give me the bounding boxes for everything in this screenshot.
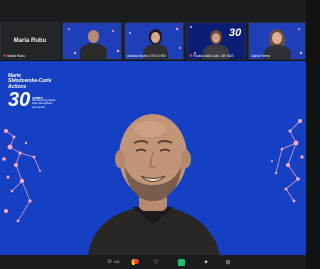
participant-tile[interactable]: Maria Rubu ✖ Maria Rubu	[0, 22, 60, 60]
participant-label: ✖ Maria Rubu	[3, 53, 25, 58]
avatar	[88, 30, 99, 43]
participant-name: Oana Ponea	[251, 54, 271, 58]
meeting-toolbar: ☺ 115 ✋ ♡ ✦ ⊝	[0, 255, 306, 269]
participant-tile[interactable]: Adriana Bobu | GFCS.RO	[124, 22, 184, 60]
participant-name: Rodica Iulia Coin, GE SAS	[193, 53, 234, 58]
speaker-video	[88, 114, 220, 255]
participant-label: Oana Ponea	[251, 54, 270, 58]
participant-label: Adriana Bobu | GFCS.RO	[127, 54, 166, 58]
participant-display-name: Maria Rubu	[13, 38, 47, 44]
participants-count: 115	[113, 260, 120, 264]
reactions-button[interactable]: ✋	[128, 257, 140, 267]
mic-off-icon: ✖	[189, 53, 193, 58]
main-video-stage: Marie Skłodowska-Curie Actions 30 years …	[0, 61, 306, 255]
more-icon: ⊝	[225, 259, 231, 266]
participant-name: Maria Rubu	[7, 53, 25, 58]
participant-tile[interactable]: Oana Ponea	[248, 22, 306, 60]
logo-30: 30	[229, 27, 242, 39]
effects-icon: ✦	[203, 259, 209, 266]
share-button[interactable]	[175, 257, 187, 267]
reactions-icon: ✋	[130, 258, 139, 266]
participant-label: ✖ Rodica Iulia Coin, GE SAS	[189, 53, 234, 58]
more-button[interactable]: ⊝	[222, 257, 234, 267]
participants-icon: ☺	[106, 259, 113, 265]
participants-button[interactable]: ☺ 115	[104, 257, 122, 267]
participant-tile[interactable]: 30 ✖ Rodica Iulia Coin, GE SAS	[186, 22, 246, 60]
participant-strip: Maria Rubu ✖ Maria Rubu Adriana Bobu | G…	[0, 0, 306, 60]
effects-button[interactable]: ✦	[200, 257, 212, 267]
mic-off-icon: ✖	[3, 53, 7, 58]
share-icon	[177, 258, 185, 266]
participant-tile[interactable]	[62, 22, 122, 60]
participant-name: Adriana Bobu | GFCS.RO	[127, 54, 166, 58]
chat-button[interactable]: ♡	[150, 257, 162, 267]
chat-icon: ♡	[153, 259, 159, 266]
